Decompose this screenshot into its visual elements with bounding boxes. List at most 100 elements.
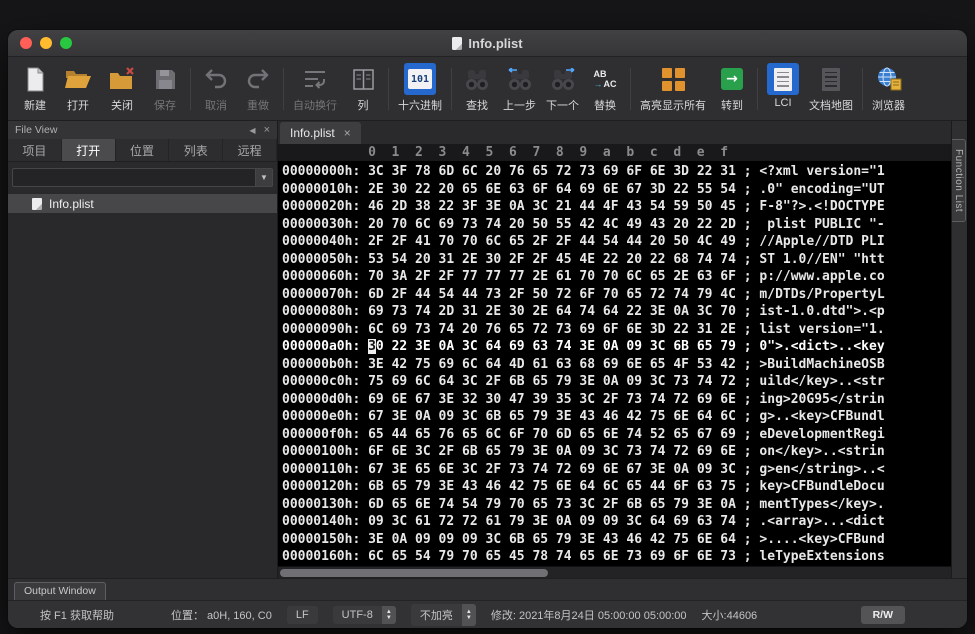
hex-mode-button[interactable]: 101 十六进制 [393,60,447,118]
hex-row[interactable]: 00000040h: 2F 2F 41 70 70 6C 65 2F 2F 44… [282,233,951,251]
hex-row[interactable]: 00000020h: 46 2D 38 22 3F 3E 0A 3C 21 44… [282,198,951,216]
hex-address: 000000a0h: [282,339,368,354]
hex-row[interactable]: 00000160h: 6C 65 54 79 70 65 45 78 74 65… [282,548,951,566]
file-name: Info.plist [49,197,94,211]
toolbar-separator [862,68,863,110]
save-button[interactable]: 保存 [144,60,186,118]
hex-address: 000000c0h: [282,374,368,389]
titlebar: Info.plist [8,30,967,57]
hex-address: 00000090h: [282,322,368,337]
scrollbar-thumb[interactable] [280,569,548,577]
hex-address: 00000040h: [282,234,368,249]
hex-row[interactable]: 00000060h: 70 3A 2F 2F 77 77 77 2E 61 70… [282,268,951,286]
editor-tab-info-plist[interactable]: Info.plist × [280,122,361,144]
sidebar-tab-打开[interactable]: 打开 [62,139,116,161]
sidebar-tab-远程[interactable]: 远程 [223,139,277,161]
document-icon [452,37,462,50]
find-previous-button[interactable]: 上一步 [498,60,541,118]
hex-row[interactable]: 00000000h: 3C 3F 78 6D 6C 20 76 65 72 73… [282,163,951,181]
status-line-ending[interactable]: LF [287,606,318,624]
find-next-button[interactable]: 下一个 [541,60,584,118]
sidebar-tab-列表[interactable]: 列表 [169,139,223,161]
sidebar-tab-位置[interactable]: 位置 [116,139,170,161]
save-icon [149,63,181,95]
browser-button[interactable]: 浏览器 [867,60,910,118]
new-file-button[interactable]: 新建 [14,60,56,118]
hex-row[interactable]: 000000d0h: 69 6E 67 3E 32 30 47 39 35 3C… [282,391,951,409]
close-file-button[interactable]: 关闭 [100,60,144,118]
hex-address: 00000070h: [282,287,368,302]
redo-button[interactable]: 重做 [237,60,279,118]
find-next-icon [547,63,579,95]
close-panel-icon[interactable]: × [264,124,270,136]
hex-row[interactable]: 00000080h: 69 73 74 2D 31 2E 30 2E 64 74… [282,303,951,321]
highlight-all-button[interactable]: 高亮显示所有 [635,60,711,118]
function-list-tab[interactable]: Function List [952,139,966,222]
hex-row[interactable]: 00000120h: 6B 65 79 3E 43 46 42 75 6E 64… [282,478,951,496]
output-dock: Output Window [8,578,967,600]
status-encoding-select[interactable]: UTF-8 ▲▼ [333,606,396,624]
minimize-window-button[interactable] [40,37,52,49]
hex-address: 00000140h: [282,514,368,529]
hex-address: 00000020h: [282,199,368,214]
hex-row[interactable]: 00000090h: 6C 69 73 74 20 76 65 72 73 69… [282,321,951,339]
editor-tabbar: Info.plist × [278,121,951,144]
file-view-title: File View [15,124,57,136]
stepper-icon[interactable]: ▲▼ [462,604,476,626]
horizontal-scrollbar[interactable] [278,566,951,578]
file-view-header: File View ◀ × [8,121,277,139]
find-button[interactable]: 查找 [456,60,498,118]
zoom-window-button[interactable] [60,37,72,49]
hex-row[interactable]: 00000030h: 20 70 6C 69 73 74 20 50 55 42… [282,216,951,234]
find-previous-icon [504,63,536,95]
status-highlight-select[interactable]: 不加亮 ▲▼ [411,604,476,626]
output-window-tab[interactable]: Output Window [14,582,106,600]
hex-row[interactable]: 00000110h: 67 3E 65 6E 3C 2F 73 74 72 69… [282,461,951,479]
hex-row[interactable]: 00000070h: 6D 2F 44 54 44 73 2F 50 72 6F… [282,286,951,304]
file-item-info-plist[interactable]: Info.plist [8,194,277,213]
hex-row[interactable]: 000000a0h: 30 22 3E 0A 3C 64 69 63 74 3E… [282,338,951,356]
hex-view[interactable]: 00000000h: 3C 3F 78 6D 6C 20 76 65 72 73… [278,161,951,566]
hex-row[interactable]: 000000f0h: 65 44 65 76 65 6C 6F 70 6D 65… [282,426,951,444]
document-map-button[interactable]: 文档地图 [804,60,858,118]
hex-row[interactable]: 00000010h: 2E 30 22 20 65 6E 63 6F 64 69… [282,181,951,199]
tab-close-icon[interactable]: × [344,126,351,140]
stepper-icon[interactable]: ▲▼ [382,606,396,624]
readwrite-toggle[interactable]: R/W [861,606,905,624]
word-wrap-button[interactable]: 自动换行 [288,60,342,118]
hex-row[interactable]: 000000b0h: 3E 42 75 69 6C 64 4D 61 63 68… [282,356,951,374]
file-view-panel: File View ◀ × 项目打开位置列表远程 ▼ Info.plist [8,121,278,578]
editor-tab-label: Info.plist [290,126,335,140]
sidebar-tab-项目[interactable]: 项目 [8,139,62,161]
file-filter-dropdown[interactable]: ▼ [12,168,273,187]
hex-address: 00000010h: [282,182,368,197]
undo-button[interactable]: 取消 [195,60,237,118]
hex-row[interactable]: 00000100h: 6F 6E 3C 2F 6B 65 79 3E 0A 09… [282,443,951,461]
hex-address: 00000160h: [282,549,368,564]
hex-address: 00000050h: [282,252,368,267]
hex-row[interactable]: 00000140h: 09 3C 61 72 72 61 79 3E 0A 09… [282,513,951,531]
file-list: Info.plist [8,191,277,578]
toolbar-separator [388,68,389,110]
hex-address: 000000e0h: [282,409,368,424]
chevron-down-icon[interactable]: ▼ [255,169,272,186]
hex-editor: 0 1 2 3 4 5 6 7 8 9 a b c d e f 00000000… [278,144,951,578]
statusbar: 按 F1 获取帮助 位置： a0H, 160, C0 LF UTF-8 ▲▼ 不… [8,600,967,628]
columns-button[interactable]: 列 [342,60,384,118]
close-window-button[interactable] [20,37,32,49]
hex-row[interactable]: 000000c0h: 75 69 6C 64 3C 2F 6B 65 79 3E… [282,373,951,391]
columns-icon [347,63,379,95]
collapse-panel-icon[interactable]: ◀ [249,126,255,135]
hex-row[interactable]: 00000130h: 6D 65 6E 74 54 79 70 65 73 3C… [282,496,951,514]
hex-mode-icon: 101 [404,63,436,95]
replace-button[interactable]: AB →AC 替换 [584,60,626,118]
lci-button[interactable]: LCI [762,60,804,118]
undo-icon [200,63,232,95]
goto-button[interactable]: → 转到 [711,60,753,118]
open-file-button[interactable]: 打开 [56,60,100,118]
hex-address: 00000080h: [282,304,368,319]
hex-row[interactable]: 00000150h: 3E 0A 09 09 09 3C 6B 65 79 3E… [282,531,951,549]
hex-row[interactable]: 00000050h: 53 54 20 31 2E 30 2F 2F 45 4E… [282,251,951,269]
hex-row[interactable]: 000000e0h: 67 3E 0A 09 3C 6B 65 79 3E 43… [282,408,951,426]
window-title-area: Info.plist [8,36,967,51]
